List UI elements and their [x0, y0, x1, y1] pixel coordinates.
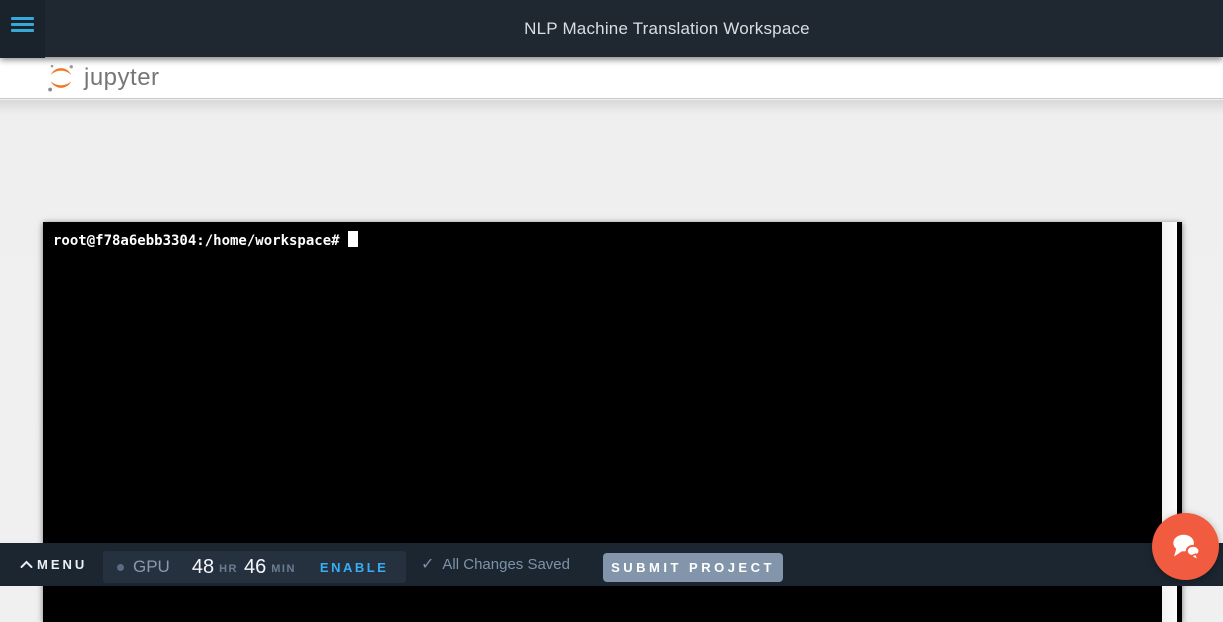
gpu-label: GPU	[133, 557, 170, 577]
submit-project-button[interactable]: SUBMIT PROJECT	[603, 553, 783, 582]
check-icon: ✓	[421, 557, 434, 573]
content-area: root@f78a6ebb3304:/home/workspace#	[0, 100, 1223, 543]
chat-launcher-button[interactable]	[1152, 513, 1219, 580]
jupyter-logo-text: jupyter	[84, 64, 160, 92]
save-status-label: All Changes Saved	[442, 556, 570, 573]
save-status: ✓ All Changes Saved	[421, 543, 570, 586]
gpu-usage-box: GPU 48 HR 46 MIN ENABLE	[103, 551, 406, 583]
jupyter-header: jupyter	[0, 57, 1223, 99]
gpu-status-dot-icon	[117, 564, 124, 571]
terminal-line: root@f78a6ebb3304:/home/workspace#	[43, 222, 1182, 249]
chevron-up-icon	[20, 560, 33, 569]
app-header: NLP Machine Translation Workspace	[0, 0, 1223, 57]
terminal-cursor	[348, 231, 358, 247]
enable-gpu-button[interactable]: ENABLE	[320, 560, 388, 575]
bottom-bar: MENU GPU 48 HR 46 MIN ENABLE ✓ All Chang…	[0, 543, 1223, 586]
gpu-hours-unit: HR	[219, 563, 238, 575]
jupyter-logo[interactable]: jupyter	[45, 62, 160, 94]
open-menu-button[interactable]	[11, 17, 34, 33]
jupyter-logo-icon	[45, 62, 77, 94]
menu-button[interactable]: MENU	[20, 543, 87, 586]
gpu-minutes-value: 46	[244, 556, 266, 579]
page-title: NLP Machine Translation Workspace	[524, 19, 810, 39]
gpu-hours-value: 48	[192, 556, 214, 579]
menu-button-label: MENU	[37, 557, 87, 572]
menu-icon	[11, 17, 34, 20]
gpu-minutes-unit: MIN	[271, 563, 296, 575]
terminal-prompt: root@f78a6ebb3304:/home/workspace#	[53, 233, 340, 249]
chat-bubble-icon	[1167, 528, 1205, 566]
